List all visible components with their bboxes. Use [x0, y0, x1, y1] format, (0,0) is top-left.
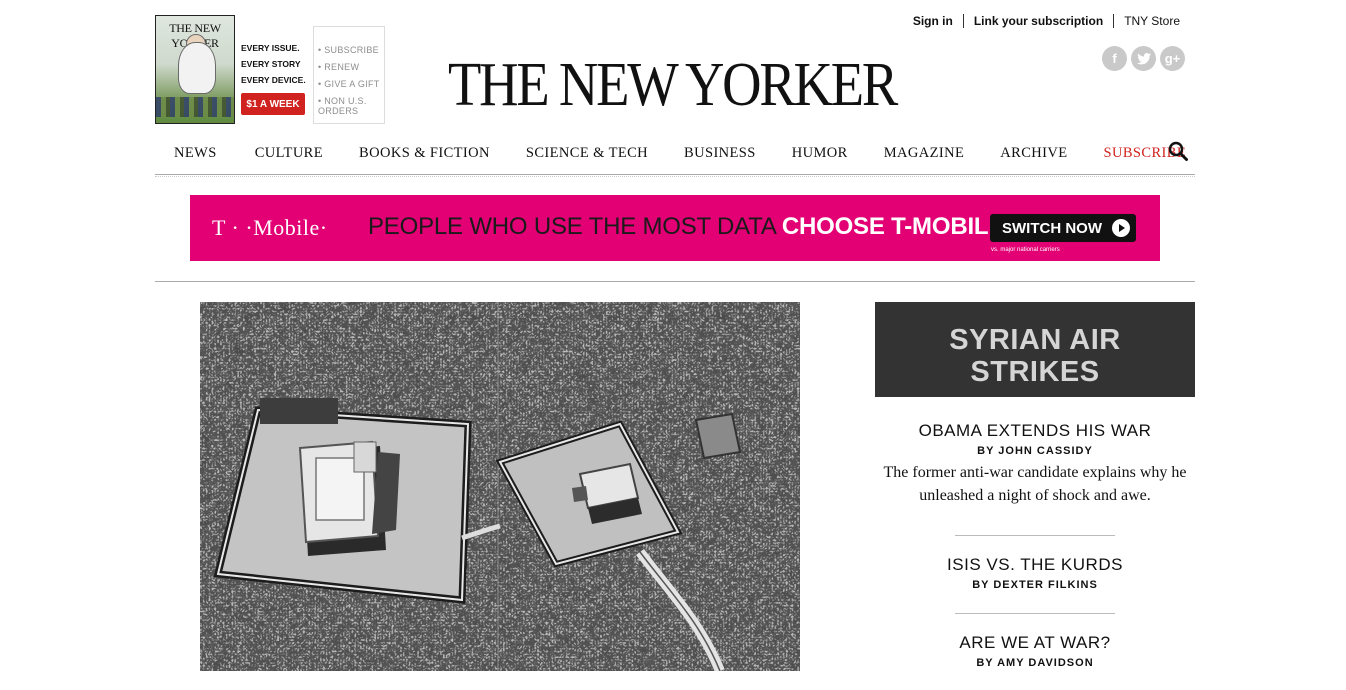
- satellite-photo-illustration: [200, 302, 800, 671]
- nav-archive[interactable]: ARCHIVE: [1000, 145, 1067, 162]
- story-headline[interactable]: ISIS VS. THE KURDS: [875, 555, 1195, 575]
- promo-link-subscribe[interactable]: • SUBSCRIBE: [318, 42, 384, 59]
- facebook-icon[interactable]: f: [1102, 46, 1127, 71]
- story-divider: [955, 613, 1115, 614]
- promo-link-non-us-line1: • NON U.S.: [318, 96, 367, 106]
- nav-divider-dotted: [155, 176, 1195, 177]
- twitter-icon[interactable]: [1131, 46, 1156, 71]
- cover-crowd: [156, 97, 234, 117]
- story-byline[interactable]: BY JOHN CASSIDY: [875, 445, 1195, 457]
- search-icon[interactable]: [1168, 141, 1188, 161]
- nav-divider: [155, 174, 1195, 175]
- nav-business[interactable]: BUSINESS: [684, 145, 756, 162]
- section-rubric[interactable]: SYRIAN AIR STRIKES: [875, 302, 1195, 397]
- ad-brand-logo: T · ·Mobile·: [212, 215, 328, 240]
- story-headline[interactable]: OBAMA EXTENDS HIS WAR: [875, 421, 1195, 441]
- cover-figure-body: [178, 42, 216, 94]
- magazine-cover-thumbnail[interactable]: THE NEW YORKER: [155, 15, 235, 124]
- subscription-promo[interactable]: THE NEW YORKER EVERY ISSUE. EVERY STORY …: [155, 15, 385, 125]
- promo-links: • SUBSCRIBE • RENEW • GIVE A GIFT • NON …: [313, 26, 385, 124]
- rubric-title: SYRIAN AIR STRIKES: [949, 324, 1121, 388]
- ad-switch-now-button[interactable]: SWITCH NOW: [990, 214, 1136, 242]
- googleplus-icon[interactable]: g+: [1160, 46, 1185, 71]
- ad-cta-label: SWITCH NOW: [1002, 219, 1102, 237]
- promo-price-button[interactable]: $1 A WEEK: [241, 93, 305, 115]
- store-link[interactable]: TNY Store: [1113, 14, 1190, 28]
- story-item[interactable]: ARE WE AT WAR? BY AMY DAVIDSON: [875, 633, 1195, 670]
- satellite-strike-image[interactable]: [200, 302, 800, 671]
- main-nav: NEWS CULTURE BOOKS & FICTION SCIENCE & T…: [155, 132, 1195, 174]
- promo-line: EVERY STORY: [241, 59, 301, 69]
- ad-headline-bold: CHOOSE T-MOBILE: [781, 213, 1005, 240]
- story-item[interactable]: OBAMA EXTENDS HIS WAR BY JOHN CASSIDY Th…: [875, 421, 1195, 507]
- tmobile-ad-banner[interactable]: T · ·Mobile· PEOPLE WHO USE THE MOST DAT…: [190, 195, 1160, 261]
- ad-headline: PEOPLE WHO USE THE MOST DATA CHOOSE T-MO…: [368, 213, 1004, 241]
- nav-books-fiction[interactable]: BOOKS & FICTION: [359, 145, 490, 162]
- play-arrow-icon: [1112, 219, 1130, 237]
- sign-in-link[interactable]: Sign in: [903, 14, 963, 28]
- story-dek: The former anti-war candidate explains w…: [883, 464, 1187, 504]
- nav-humor[interactable]: HUMOR: [792, 145, 848, 162]
- promo-link-non-us[interactable]: • NON U.S. ORDERS: [318, 96, 384, 116]
- content-divider: [155, 281, 1195, 282]
- nav-news[interactable]: NEWS: [174, 145, 217, 162]
- promo-link-renew[interactable]: • RENEW: [318, 59, 384, 76]
- story-headline[interactable]: ARE WE AT WAR?: [875, 633, 1195, 653]
- story-divider: [955, 535, 1115, 536]
- ad-fine-print: vs. major national carriers: [991, 247, 1060, 253]
- promo-link-non-us-line2: ORDERS: [318, 106, 359, 116]
- nav-science-tech[interactable]: SCIENCE & TECH: [526, 145, 648, 162]
- story-byline[interactable]: BY AMY DAVIDSON: [875, 657, 1195, 669]
- story-byline[interactable]: BY DEXTER FILKINS: [875, 579, 1195, 591]
- promo-link-gift[interactable]: • GIVE A GIFT: [318, 76, 384, 93]
- site-logo[interactable]: THE NEW YORKER: [448, 50, 898, 120]
- nav-culture[interactable]: CULTURE: [255, 145, 323, 162]
- story-item[interactable]: ISIS VS. THE KURDS BY DEXTER FILKINS: [875, 555, 1195, 591]
- promo-line: EVERY ISSUE.: [241, 43, 300, 53]
- utility-links: Sign in Link your subscription TNY Store: [903, 14, 1190, 28]
- social-links: f g+: [1102, 46, 1185, 71]
- link-subscription-link[interactable]: Link your subscription: [962, 14, 1113, 28]
- promo-line: EVERY DEVICE.: [241, 75, 306, 85]
- nav-magazine[interactable]: MAGAZINE: [884, 145, 965, 162]
- ad-headline-plain: PEOPLE WHO USE THE MOST DATA: [368, 213, 782, 240]
- twitter-bird-glyph: [1136, 52, 1151, 64]
